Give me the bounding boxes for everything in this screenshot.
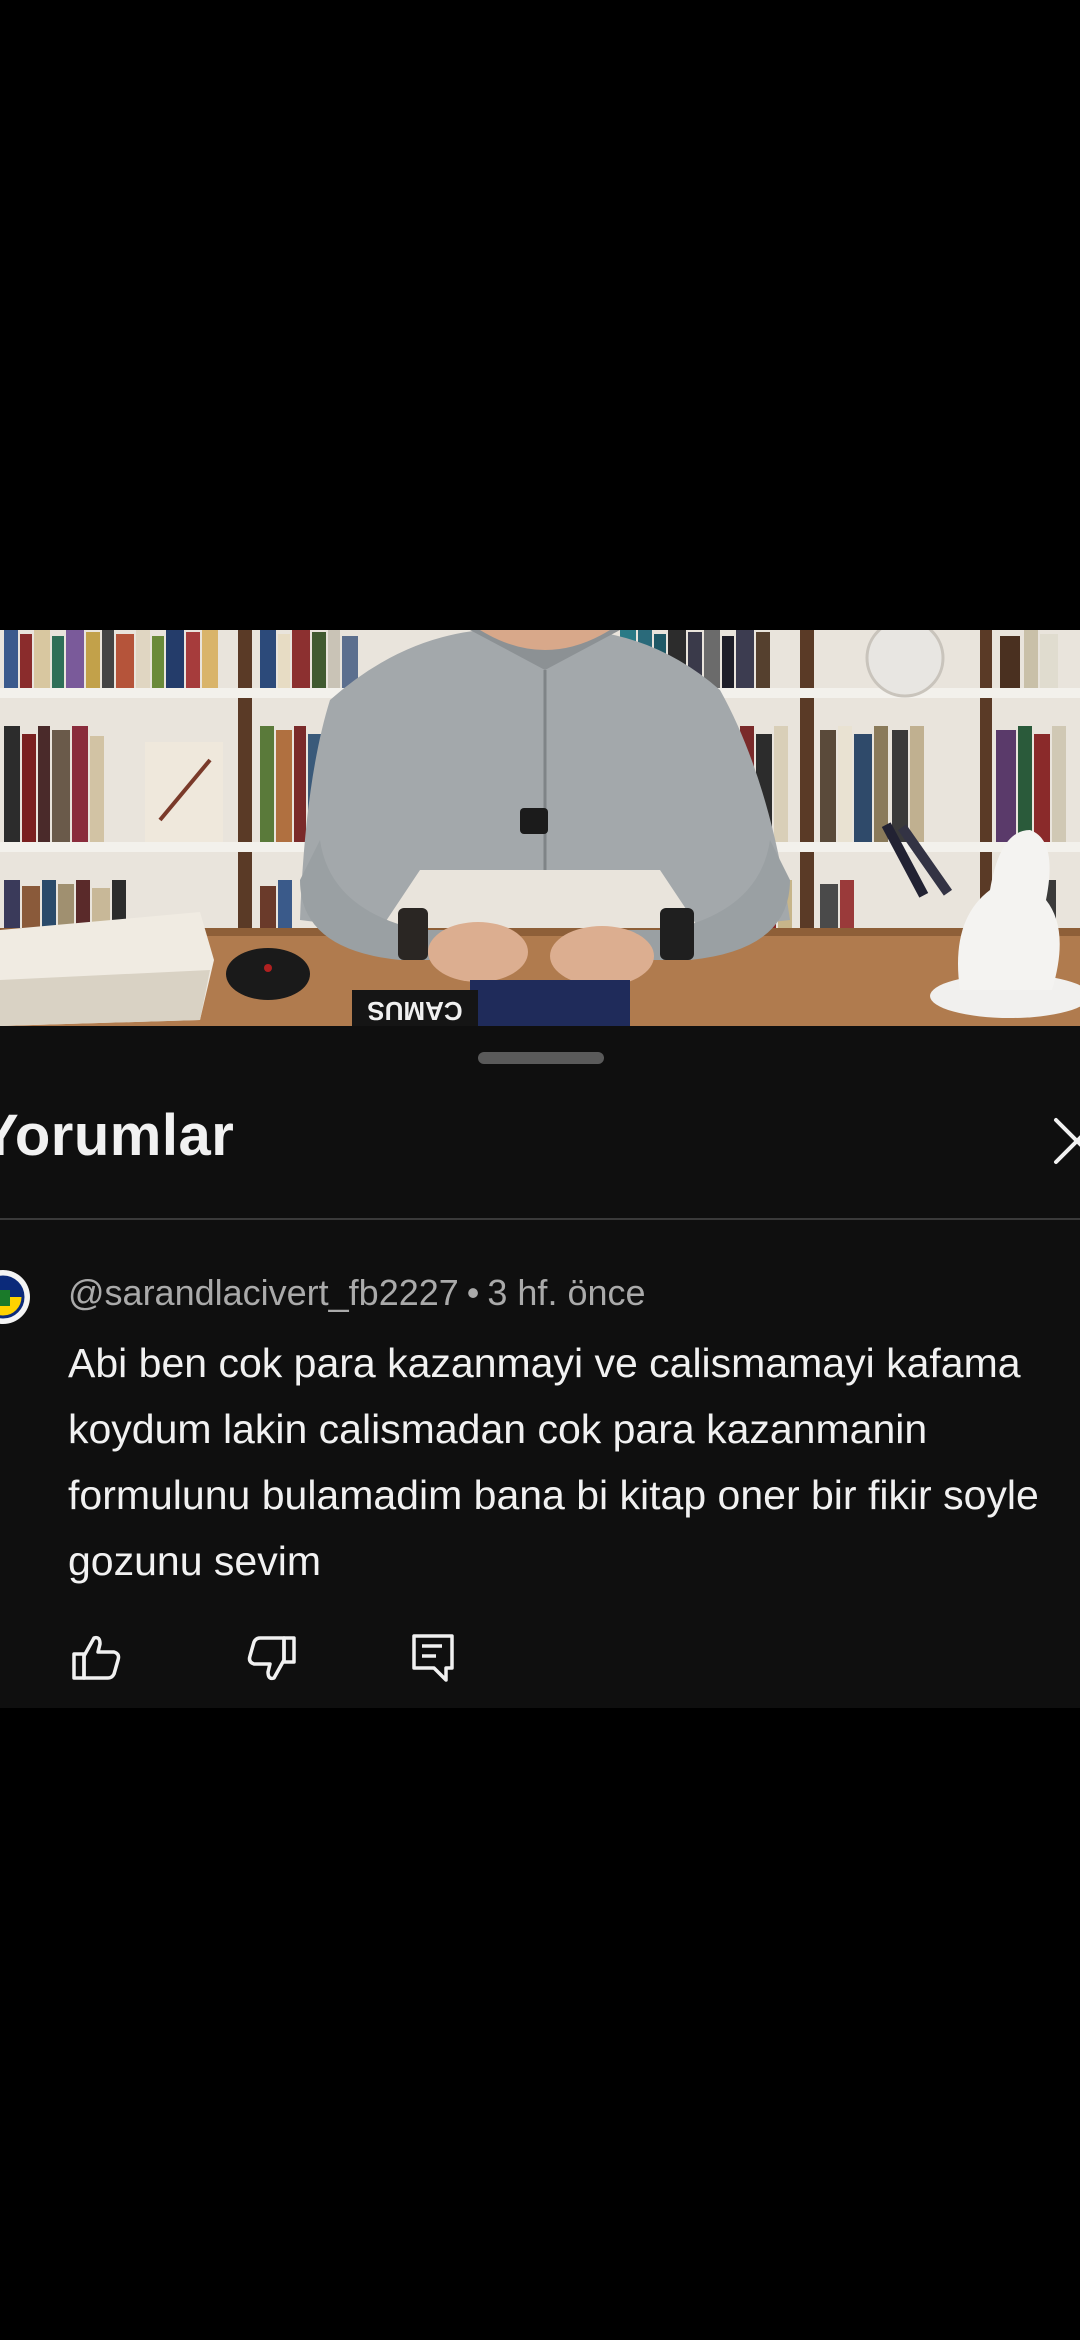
drag-handle[interactable] [478, 1052, 604, 1064]
comments-title: Yorumlar [0, 1103, 235, 1168]
avatar[interactable] [0, 1270, 30, 1324]
thumbs-down-icon [247, 1636, 296, 1681]
comment-actions [0, 1630, 1080, 1690]
comment-author[interactable]: @sarandlacivert_fb2227 [68, 1272, 459, 1313]
like-button[interactable] [68, 1630, 124, 1686]
reply-icon [412, 1634, 454, 1682]
letterbox-bottom [0, 1708, 1080, 2340]
reply-button[interactable] [406, 1630, 462, 1686]
comment-meta: @sarandlacivert_fb2227 • 3 hf. önce [68, 1272, 646, 1314]
close-icon [1054, 1118, 1080, 1164]
video-player[interactable]: CAMUS [0, 630, 1080, 1026]
divider [0, 1218, 1080, 1220]
comment-time: 3 hf. önce [487, 1272, 646, 1313]
video-frame: CAMUS [0, 630, 1080, 1026]
comment-text: Abi ben cok para kazanmayi ve calismamay… [68, 1340, 1039, 1584]
book-spine-text: CAMUS [367, 996, 462, 1026]
close-button[interactable] [1050, 1110, 1080, 1170]
letterbox-top [0, 0, 1080, 630]
meta-separator: • [466, 1272, 480, 1313]
thumbs-up-icon [72, 1635, 121, 1680]
club-badge-icon [0, 1271, 29, 1323]
comments-sheet: Yorumlar @sarandlacivert_fb2227 • 3 hf. ön… [0, 1026, 1080, 1708]
dislike-button[interactable] [244, 1630, 300, 1686]
